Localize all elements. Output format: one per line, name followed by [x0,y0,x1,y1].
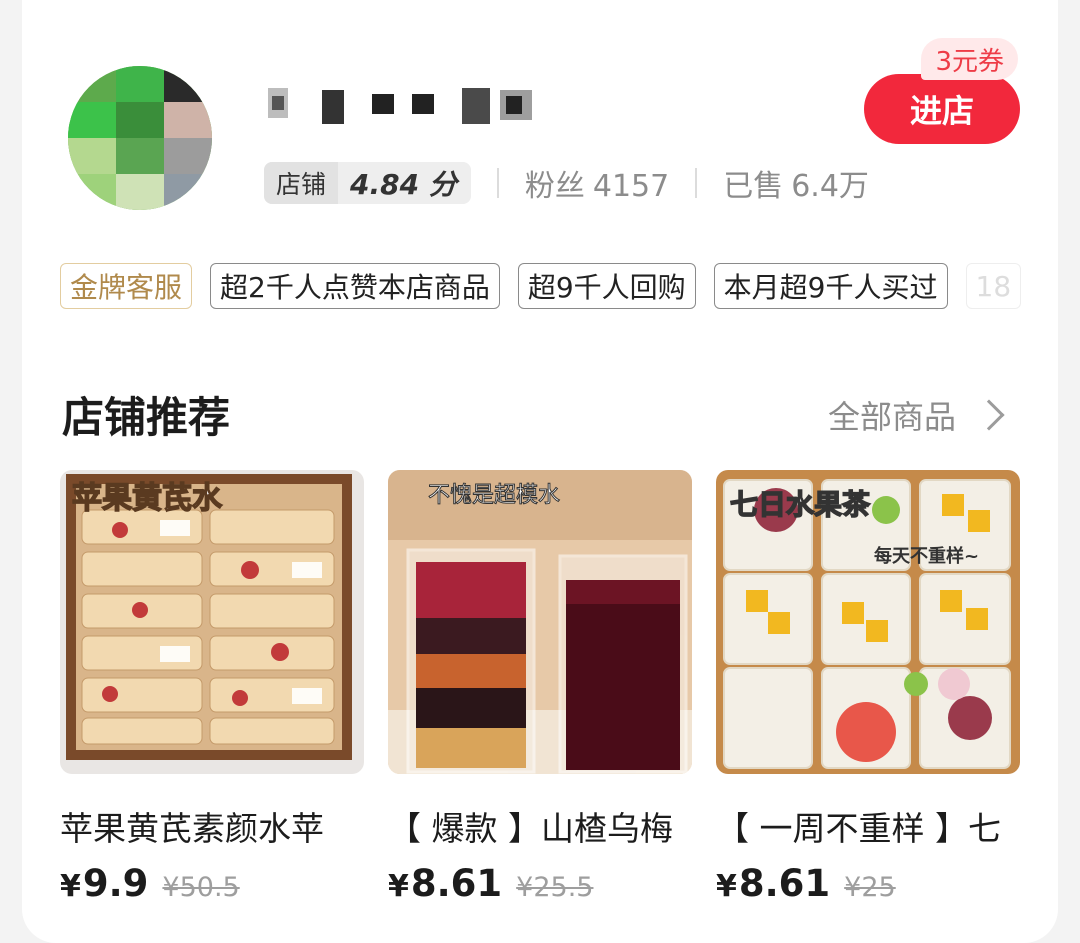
product-card[interactable]: 苹果黄芪水 苹果黄芪素颜水苹 ¥9.9 ¥50.5 [60,470,364,905]
hawthorn-drink-photo-icon: 不愧是超模水 [388,470,692,774]
image-subcaption: 每天不重样~ [874,545,979,567]
fruit-tea-photo-icon: 七日水果茶 每天不重样~ [716,470,1020,774]
price-value: 8.61 [738,862,831,905]
enter-shop-group: 进店 3元券 [864,38,1024,148]
image-caption: 不愧是超模水 [428,483,560,508]
product-title: 【 爆款 】山楂乌梅 [388,809,673,848]
sold-count: 已售 6.4万 [723,161,869,205]
enter-shop-button[interactable]: 进店 [864,74,1020,144]
blurred-avatar-icon [68,66,212,210]
tag-likes[interactable]: 超2千人点赞本店商品 [210,263,500,309]
tag-repurchase[interactable]: 超9千人回购 [517,263,696,309]
price-row: ¥8.61 ¥25.5 [388,862,692,905]
shop-avatar[interactable] [68,66,212,210]
product-image[interactable]: 不愧是超模水 [388,470,692,774]
price-value: 9.9 [82,862,149,905]
fans-label: 粉丝 [524,169,585,204]
product-card[interactable]: 不愧是超模水 【 爆款 】山楂乌梅 ¥8.61 ¥25.5 [388,470,692,905]
original-price: ¥25.5 [516,872,594,903]
original-price: ¥25 [844,872,896,903]
pixelated-shop-name-icon [268,88,532,124]
score-label: 店铺 [264,162,339,204]
coupon-badge[interactable]: 3元券 [921,38,1018,80]
divider [496,168,499,198]
price-value: 8.61 [410,862,503,905]
fans-value: 4157 [592,169,670,204]
price-row: ¥9.9 ¥50.5 [60,862,364,905]
tag-more[interactable]: 18 [965,263,1022,309]
chevron-right-icon [973,399,1005,431]
product-card[interactable]: 七日水果茶 每天不重样~ 【 一周不重样 】七 ¥8.61 ¥25 [716,470,1020,905]
fans-count: 粉丝 4157 [525,161,669,205]
currency-symbol: ¥ [388,869,409,904]
all-products-link[interactable]: 全部商品 [828,392,1005,438]
product-image[interactable]: 苹果黄芪水 [60,470,364,774]
price: ¥9.9 [60,862,148,905]
sold-value: 6.4万 [791,169,869,204]
all-products-label: 全部商品 [828,398,957,436]
tag-monthly-buyers[interactable]: 本月超9千人买过 [713,263,948,309]
divider [695,168,698,198]
shop-name-pixelated[interactable] [264,82,554,126]
price: ¥8.61 [388,862,502,905]
product-title: 苹果黄芪素颜水苹 [60,809,324,848]
sold-label: 已售 [723,169,784,204]
score-pill[interactable]: 店铺 4.84 分 [264,162,471,204]
price: ¥8.61 [716,862,830,905]
original-price: ¥50.5 [162,872,240,903]
currency-symbol: ¥ [60,869,81,904]
product-image[interactable]: 七日水果茶 每天不重样~ [716,470,1020,774]
image-caption: 七日水果茶 [730,488,871,521]
product-title: 【 一周不重样 】七 [716,809,1001,848]
section-title: 店铺推荐 [62,393,231,442]
image-caption: 苹果黄芪水 [72,481,223,516]
score-value: 4.84 分 [350,168,457,201]
currency-symbol: ¥ [716,869,737,904]
shop-tags: 金牌客服 超2千人点赞本店商品 超9千人回购 本月超9千人买过 18 [60,263,1050,311]
tag-gold-service[interactable]: 金牌客服 [60,263,193,309]
apple-tea-photo-icon: 苹果黄芪水 [60,470,364,774]
shop-stats: 店铺 4.84 分 粉丝 4157 已售 6.4万 [264,160,869,206]
price-row: ¥8.61 ¥25 [716,862,1020,905]
